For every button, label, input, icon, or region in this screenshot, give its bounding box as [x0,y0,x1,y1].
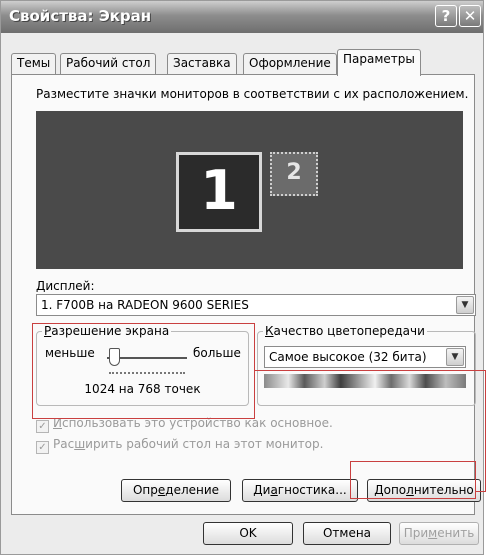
advanced-callout-box [350,461,476,499]
display-value: 1. F700B на RADEON 9600 SERIES [41,298,249,312]
tab-desktop[interactable]: Рабочий стол [60,53,157,74]
identify-button[interactable]: Определение [121,479,231,502]
tab-settings[interactable]: Параметры [337,49,421,76]
color-quality-legend: Качество цветопередачи [265,324,425,338]
checkmark-icon: ✓ [36,441,49,454]
title-bar[interactable]: Свойства: Экран ? ✕ [1,1,483,33]
monitor-2[interactable]: 2 [270,152,318,196]
callout-line [475,491,486,492]
checkbox-extend-desktop[interactable]: ✓ Расширить рабочий стол на этот монитор. [36,437,323,454]
settings-panel: Разместите значки мониторов в соответств… [11,74,481,515]
cancel-button[interactable]: Отмена [303,522,391,545]
callout-line [485,370,486,492]
close-button[interactable]: ✕ [459,5,481,27]
monitor-1[interactable]: 1 [176,152,262,232]
ok-button[interactable]: OK [203,522,293,545]
resolution-callout-box [32,323,255,419]
callout-line [254,370,486,371]
diagnostics-button[interactable]: Диагностика... [242,479,358,502]
checkmark-icon: ✓ [36,420,49,433]
color-quality-dropdown[interactable]: Самое высокое (32 бита) ▼ [264,346,466,368]
tab-appearance[interactable]: Оформление [243,53,337,74]
apply-button[interactable]: Применить [399,522,479,545]
window-title: Свойства: Экран [9,7,152,25]
color-quality-value: Самое высокое (32 бита) [269,350,427,364]
tab-screensaver[interactable]: Заставка [167,53,237,74]
display-dropdown[interactable]: 1. F700B на RADEON 9600 SERIES ▼ [36,294,476,316]
monitor-arrangement-area[interactable]: 1 2 [36,111,463,269]
help-button[interactable]: ? [435,5,457,27]
display-label: Дисплей: [36,279,95,293]
chevron-down-icon[interactable]: ▼ [446,348,464,366]
chevron-down-icon[interactable]: ▼ [456,296,474,314]
color-quality-group: Качество цветопередачи Самое высокое (32… [257,324,476,406]
color-preview-bar [264,374,466,388]
tab-themes[interactable]: Темы [11,53,57,74]
instruction-text: Разместите значки мониторов в соответств… [36,87,469,101]
